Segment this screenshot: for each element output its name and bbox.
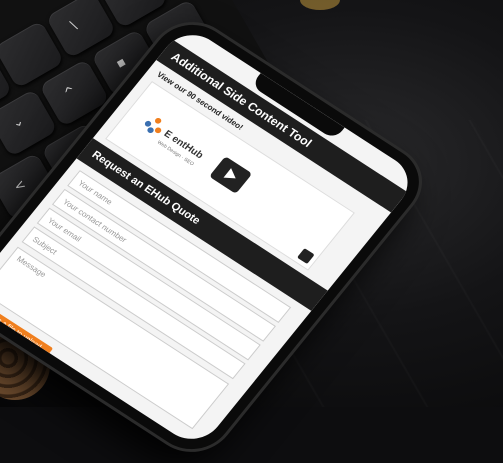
gold-decoration xyxy=(300,0,340,10)
menu-icon[interactable] xyxy=(296,248,315,265)
play-icon[interactable] xyxy=(209,156,253,194)
